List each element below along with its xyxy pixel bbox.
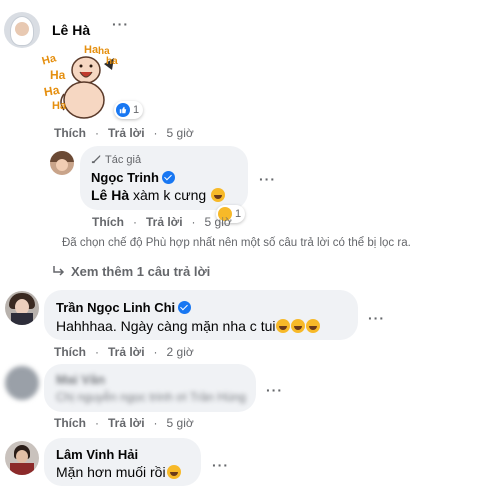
author-badge: Tác giả [91, 153, 141, 167]
avatar-linh-chi[interactable] [5, 291, 39, 325]
sticker-ha-5: Ha [84, 44, 99, 56]
reaction-count: 1 [235, 208, 242, 220]
comment-time[interactable]: 5 giờ [205, 215, 232, 229]
rofl-emoji-icon [291, 319, 306, 333]
comment-author[interactable]: Lê Hà [52, 22, 90, 38]
reply-arrow-icon [53, 264, 65, 279]
like-button[interactable]: Thích [54, 126, 86, 140]
comment-bubble: Mai Vân Chị nguyễn ngọc trinh ơi Trần Hù… [44, 364, 256, 412]
reply-button[interactable]: Trả lời [108, 345, 145, 359]
reaction-summary[interactable]: 1 [114, 101, 144, 119]
comment-actions: Thích · Trả lời · 5 giờ [54, 126, 194, 140]
rofl-emoji-icon [211, 188, 226, 202]
sticker-ha-4: Ha [52, 100, 67, 112]
avatar-lam-vinh-hai[interactable] [5, 441, 39, 475]
view-more-label: Xem thêm 1 câu trả lời [71, 264, 211, 279]
like-button[interactable]: Thích [92, 215, 124, 229]
reply-actions: Thích · Trả lời · 5 giờ [92, 215, 232, 229]
rofl-emoji-icon [276, 319, 291, 333]
comment-author[interactable]: Ngọc Trinh [91, 170, 159, 185]
comment-actions: Thích · Trả lời · 5 giờ [54, 416, 194, 430]
reply-button[interactable]: Trả lời [146, 215, 183, 229]
more-options-icon[interactable]: ··· [112, 16, 129, 32]
comment-actions: Thích · Trả lời · 2 giờ [54, 345, 194, 359]
like-button[interactable]: Thích [54, 345, 86, 359]
comment-text: Mặn hơn muối rồi [56, 464, 166, 480]
more-options-icon[interactable]: ··· [212, 457, 229, 473]
like-button[interactable]: Thích [54, 416, 86, 430]
comment-author[interactable]: Mai Vân [56, 372, 105, 387]
reply-author-row: Ngọc Trinh [91, 169, 175, 187]
comment-text: Hahhhaa. Ngày càng mặn nha c tui [56, 318, 276, 334]
comment-bubble: Lâm Vinh Hải Mặn hơn muối rồi [44, 438, 201, 486]
more-options-icon[interactable]: ··· [266, 382, 283, 398]
reply-button[interactable]: Trả lời [108, 416, 145, 430]
badge-label: Tác giả [105, 154, 142, 166]
reply-bubble: Tác giả Ngọc Trinh Lê Hà xàm k cưng [80, 146, 248, 210]
author-row: Trần Ngọc Linh Chi [56, 299, 192, 317]
grin-sweat-emoji-icon [166, 465, 181, 479]
verified-icon [161, 171, 175, 184]
reply-text: xàm k cưng [133, 187, 207, 203]
view-more-replies[interactable]: Xem thêm 1 câu trả lời [53, 264, 210, 279]
avatar-le-ha[interactable] [4, 12, 40, 48]
comment-time[interactable]: 5 giờ [167, 416, 194, 430]
comment-text: Chị nguyễn ngọc trinh ơi Trần Hùng [56, 390, 246, 404]
haha-sticker: Ha Ha Ha Ha Ha ha ha [40, 42, 122, 122]
verified-icon [178, 301, 192, 314]
reaction-count: 1 [133, 104, 140, 116]
sticker-ha-7: ha [106, 56, 118, 67]
sticker-ha-2: Ha [50, 68, 66, 82]
comment-author[interactable]: Lâm Vinh Hải [56, 447, 138, 462]
reply-button[interactable]: Trả lời [108, 126, 145, 140]
comment-text-row: Hahhhaa. Ngày càng mặn nha c tui [56, 318, 321, 334]
comment-time[interactable]: 5 giờ [167, 126, 194, 140]
comment-bubble: Trần Ngọc Linh Chi Hahhhaa. Ngày càng mặ… [44, 290, 358, 340]
avatar-blurred[interactable] [5, 366, 39, 400]
more-options-icon[interactable]: ··· [259, 171, 276, 187]
comment-author[interactable]: Trần Ngọc Linh Chi [56, 300, 175, 315]
more-options-icon[interactable]: ··· [368, 310, 385, 326]
comment-time[interactable]: 2 giờ [167, 345, 194, 359]
filter-notice: Đã chọn chế độ Phù hợp nhất nên một số c… [62, 237, 411, 249]
avatar-ngoc-trinh[interactable] [50, 151, 74, 175]
badge-icon [91, 153, 102, 167]
mention-link[interactable]: Lê Hà [91, 187, 129, 203]
reply-text-row: Lê Hà xàm k cưng [91, 187, 226, 203]
comment-text-row: Mặn hơn muối rồi [56, 464, 181, 480]
sticker-ha-3: Ha [42, 82, 61, 100]
like-icon [116, 103, 130, 117]
rofl-emoji-icon [306, 319, 321, 333]
